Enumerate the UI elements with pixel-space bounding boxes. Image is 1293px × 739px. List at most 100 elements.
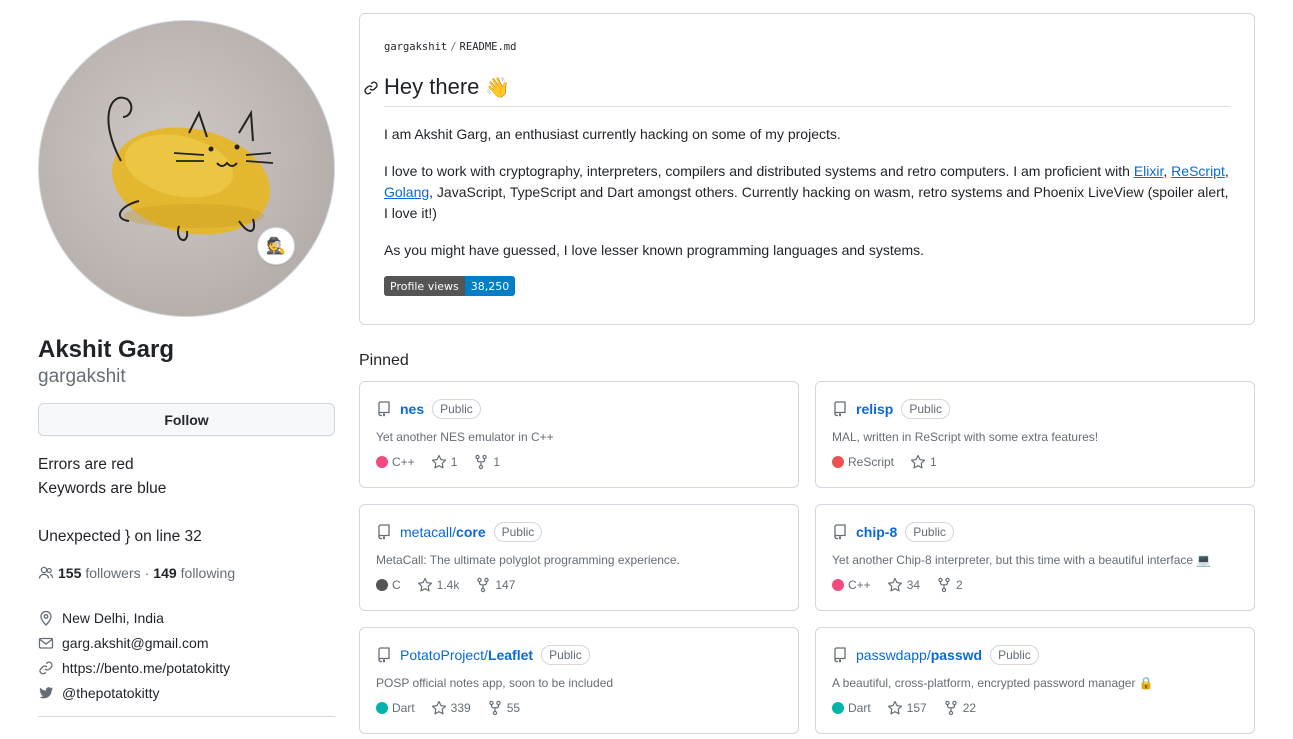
vcard-website: https://bento.me/potatokitty	[38, 655, 230, 680]
fork-icon	[475, 454, 488, 470]
repo-icon	[834, 524, 846, 540]
following-count[interactable]: 149	[153, 565, 176, 581]
readme-owner-link[interactable]: gargakshit	[384, 41, 447, 53]
language-color-dot	[832, 456, 844, 468]
sidebar-divider	[38, 716, 335, 717]
repo-description: Yet another Chip-8 interpreter, but this…	[832, 553, 1212, 567]
bio-line: Unexpected } on line 32	[38, 528, 202, 545]
repo-link[interactable]: metacall/core	[400, 524, 486, 540]
anchor-link-icon[interactable]	[363, 80, 379, 96]
separator-dot: ·	[144, 565, 150, 581]
repo-forks[interactable]: 2	[936, 577, 963, 593]
repo-meta: Dart 157 22	[832, 700, 992, 716]
repo-stars[interactable]: 1	[910, 454, 937, 470]
breadcrumb-slash: /	[450, 41, 457, 53]
heading-divider	[384, 106, 1230, 107]
pinned-repo-card: passwdapp/passwd Public A beautiful, cro…	[815, 627, 1255, 734]
repo-description: MAL, written in ReScript with some extra…	[832, 430, 1099, 444]
pinned-repo-card: metacall/core Public MetaCall: The ultim…	[359, 504, 799, 611]
bio-line: Errors are red	[38, 456, 134, 473]
avatar[interactable]	[38, 20, 335, 317]
profile-readme: gargakshit / README.md Hey there 👋 I am Ak…	[359, 13, 1255, 325]
star-icon	[910, 454, 926, 469]
vcard-location: New Delhi, India	[38, 605, 230, 630]
visibility-badge: Public	[905, 522, 954, 542]
mail-icon	[38, 637, 54, 649]
visibility-badge: Public	[493, 522, 543, 542]
pinned-repo-card: chip-8 Public Yet another Chip-8 interpr…	[815, 504, 1255, 611]
repo-stars[interactable]: 1.4k	[417, 577, 459, 593]
vcard-email: garg.akshit@gmail.com	[38, 630, 230, 655]
repo-meta: C++ 34 2	[832, 577, 979, 593]
visibility-badge: Public	[432, 399, 481, 419]
repo-language: C++	[832, 578, 871, 592]
repo-forks[interactable]: 1	[473, 454, 500, 470]
badge-value: 38,250	[464, 276, 516, 296]
profile-bio: Errors are red Keywords are blue Unexpec…	[38, 453, 335, 549]
golang-link[interactable]: Golang	[384, 184, 429, 200]
fork-icon	[489, 700, 501, 716]
bio-line: Keywords are blue	[38, 480, 167, 497]
repo-icon	[834, 647, 846, 663]
repo-link[interactable]: nes	[400, 401, 424, 417]
repo-icon	[378, 524, 390, 540]
avatar-image	[107, 96, 274, 241]
followers-link[interactable]: followers	[85, 565, 140, 581]
readme-file-link[interactable]: README.md	[460, 41, 517, 53]
language-color-dot	[376, 702, 388, 714]
followers-count[interactable]: 155	[58, 565, 81, 581]
website-link[interactable]: https://bento.me/potatokitty	[62, 660, 230, 676]
repo-stars[interactable]: 1	[431, 454, 457, 470]
visibility-badge: Public	[541, 645, 590, 665]
readme-paragraph: I love to work with cryptography, interp…	[384, 163, 1229, 221]
repo-link[interactable]: relisp	[856, 401, 893, 417]
following-link[interactable]: following	[181, 565, 235, 581]
repo-description: Yet another NES emulator in C++	[376, 430, 554, 444]
repo-language: Dart	[832, 701, 871, 715]
repo-forks[interactable]: 55	[487, 700, 520, 716]
repo-meta: C 1.4k 147	[376, 577, 531, 593]
follow-button[interactable]: Follow	[38, 403, 335, 436]
follow-stats: 155 followers · 149 following	[38, 565, 235, 581]
star-icon	[417, 577, 432, 592]
fork-icon	[945, 700, 957, 716]
repo-language: C++	[376, 455, 415, 469]
repo-stars[interactable]: 34	[887, 577, 920, 593]
profile-name: Akshit Garg	[38, 336, 175, 363]
pinned-repo-card: nes Public Yet another NES emulator in C…	[359, 381, 799, 488]
repo-link[interactable]: PotatoProject/Leaflet	[400, 647, 533, 663]
profile-views-badge: Profile views 38,250	[384, 276, 516, 296]
status-badge[interactable]: 🕵	[257, 227, 295, 265]
email-link[interactable]: garg.akshit@gmail.com	[62, 635, 209, 651]
vcard-details: New Delhi, India garg.akshit@gmail.com h…	[38, 605, 230, 705]
fork-icon	[938, 577, 950, 593]
repo-description: MetaCall: The ultimate polyglot programm…	[376, 553, 680, 567]
repo-language: Dart	[376, 701, 415, 715]
repo-language: C	[376, 578, 401, 592]
repo-forks[interactable]: 22	[943, 700, 976, 716]
star-icon	[887, 700, 902, 715]
readme-paragraph: I am Akshit Garg, an enthusiast currentl…	[384, 126, 841, 142]
badge-label: Profile views	[384, 276, 465, 296]
pinned-repo-card: PotatoProject/Leaflet Public POSP offici…	[359, 627, 799, 734]
repo-icon	[834, 401, 846, 417]
repo-meta: ReScript 1	[832, 454, 953, 470]
avatar-container	[38, 20, 335, 317]
people-icon	[38, 566, 54, 579]
repo-link[interactable]: passwdapp/passwd	[856, 647, 982, 663]
twitter-link[interactable]: @thepotatokitty	[62, 685, 160, 701]
elixir-link[interactable]: Elixir	[1134, 163, 1164, 179]
rescript-link[interactable]: ReScript	[1171, 163, 1225, 179]
readme-heading-text: Hey there	[384, 74, 480, 99]
repo-link[interactable]: chip-8	[856, 524, 897, 540]
readme-heading: Hey there 👋	[364, 74, 510, 100]
star-icon	[431, 700, 446, 715]
fork-icon	[477, 577, 490, 593]
repo-forks[interactable]: 147	[475, 577, 515, 593]
pinned-repo-card: relisp Public MAL, written in ReScript w…	[815, 381, 1255, 488]
repo-stars[interactable]: 157	[887, 700, 927, 716]
star-icon	[431, 454, 446, 469]
visibility-badge: Public	[990, 645, 1039, 665]
repo-stars[interactable]: 339	[431, 700, 471, 716]
profile-login: gargakshit	[38, 366, 126, 387]
